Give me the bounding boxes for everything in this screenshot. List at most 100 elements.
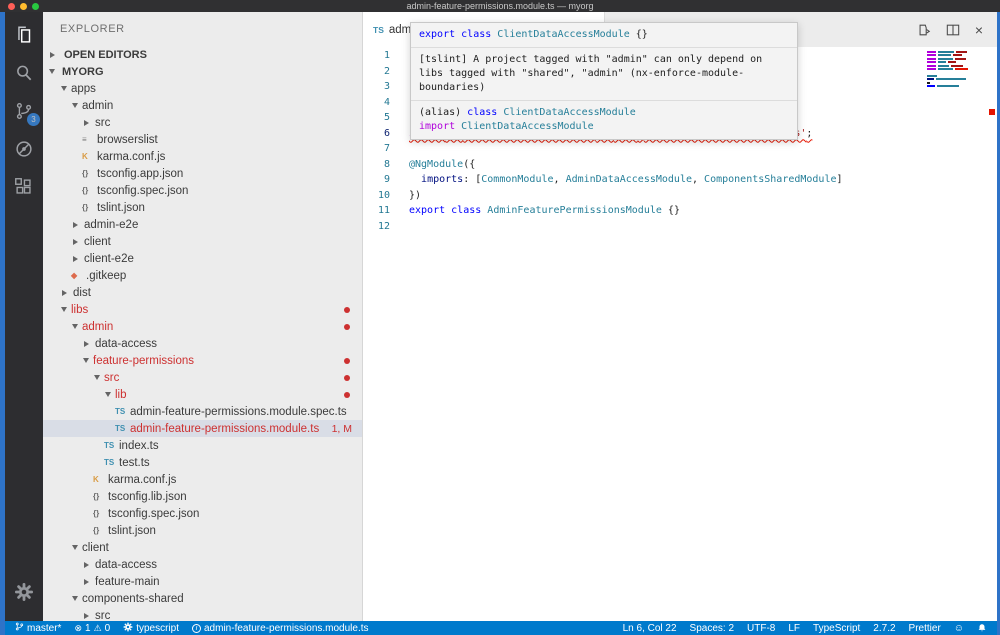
tree-item-data-access[interactable]: data-access xyxy=(43,556,362,573)
source-control-activity-button[interactable]: 3 xyxy=(5,92,43,130)
chevron-down-icon xyxy=(72,324,78,329)
settings-button[interactable] xyxy=(5,573,43,611)
tree-item-tslint.json[interactable]: {}tslint.json xyxy=(43,199,362,216)
minimap-row xyxy=(927,51,975,53)
encoding-status[interactable]: UTF-8 xyxy=(747,623,775,634)
tree-item-label: lib xyxy=(115,389,127,401)
tree-item-data-access[interactable]: data-access xyxy=(43,335,362,352)
minimap-row xyxy=(927,71,975,73)
code-line-12[interactable]: 12 xyxy=(363,219,997,235)
tree-item-tslint.json[interactable]: {}tslint.json xyxy=(43,522,362,539)
tree-item-admin[interactable]: admin xyxy=(43,318,362,335)
tree-item-karma.conf.js[interactable]: Kkarma.conf.js xyxy=(43,471,362,488)
eol-status[interactable]: LF xyxy=(788,623,800,634)
chevron-right-icon xyxy=(84,562,89,568)
code-line-8[interactable]: 8@NgModule({ xyxy=(363,157,997,173)
chevron-down-icon xyxy=(83,358,89,363)
code-line-text: }) xyxy=(409,188,421,204)
code-token: , xyxy=(554,174,566,185)
git-branch-indicator[interactable]: master* xyxy=(15,621,61,635)
line-number: 6 xyxy=(363,126,390,142)
tree-item-client-e2e[interactable]: client-e2e xyxy=(43,250,362,267)
tree-item-src[interactable]: src xyxy=(43,369,362,386)
notifications-bell-icon[interactable] xyxy=(977,623,987,633)
language-mode-status[interactable]: TypeScript xyxy=(813,623,860,634)
code-line-10[interactable]: 10}) xyxy=(363,188,997,204)
minimap[interactable] xyxy=(927,51,975,92)
zoom-window-button[interactable] xyxy=(32,3,39,10)
search-activity-button[interactable] xyxy=(5,54,43,92)
chevron-right-icon xyxy=(84,613,89,619)
tree-item-tsconfig.spec.json[interactable]: {}tsconfig.spec.json xyxy=(43,505,362,522)
code-token: {} xyxy=(662,205,680,216)
tree-item-admin[interactable]: admin xyxy=(43,97,362,114)
prettier-status[interactable]: Prettier xyxy=(909,623,941,634)
tree-item-browserslist[interactable]: ≡browserslist xyxy=(43,131,362,148)
activity-bar: 3 xyxy=(5,12,43,621)
indentation-status[interactable]: Spaces: 2 xyxy=(690,623,734,634)
code-line-7[interactable]: 7 xyxy=(363,141,997,157)
tree-item-karma.conf.js[interactable]: Kkarma.conf.js xyxy=(43,148,362,165)
tree-item-label: dist xyxy=(73,287,91,299)
feedback-smiley-icon[interactable]: ☺ xyxy=(954,623,964,634)
error-dot-badge xyxy=(344,375,350,381)
tree-item-label: karma.conf.js xyxy=(97,151,165,163)
tree-item-components-shared[interactable]: components-shared xyxy=(43,590,362,607)
minimap-row xyxy=(927,82,975,84)
tslint-status[interactable]: typescript xyxy=(123,622,179,635)
tree-item-admin-feature-permissions.module.ts[interactable]: TSadmin-feature-permissions.module.ts1, … xyxy=(43,420,362,437)
ts-file-icon: TS xyxy=(104,441,117,450)
tree-item-label: karma.conf.js xyxy=(108,474,176,486)
tree-item-client[interactable]: client xyxy=(43,539,362,556)
code-line-9[interactable]: 9 imports: [CommonModule, AdminDataAcces… xyxy=(363,172,997,188)
tree-item-dist[interactable]: dist xyxy=(43,284,362,301)
open-editors-section-header[interactable]: OPEN EDITORS xyxy=(43,46,362,63)
problems-indicator[interactable]: ⊗ 1 ⚠ 0 xyxy=(74,623,110,634)
cursor-position-status[interactable]: Ln 6, Col 22 xyxy=(623,623,677,634)
open-changes-button[interactable] xyxy=(917,23,931,37)
extensions-activity-button[interactable] xyxy=(5,168,43,206)
line-number: 10 xyxy=(363,188,390,204)
code-token xyxy=(409,174,421,185)
code-token: ClientDataAccessModule xyxy=(503,107,635,118)
line-number: 9 xyxy=(363,172,390,188)
explorer-activity-button[interactable] xyxy=(5,16,43,54)
tree-item-label: admin-feature-permissions.module.spec.ts xyxy=(130,406,347,418)
tree-item-lib[interactable]: lib xyxy=(43,386,362,403)
code-token: (alias) xyxy=(419,107,467,118)
code-token: ClientDataAccessModule xyxy=(461,121,593,132)
tree-item-label: src xyxy=(95,117,110,129)
tree-item-src[interactable]: src xyxy=(43,607,362,621)
ts-file-icon: TS xyxy=(104,458,117,467)
tree-item-label: src xyxy=(95,610,110,622)
close-editor-button[interactable]: × xyxy=(975,23,983,37)
tree-item-feature-main[interactable]: feature-main xyxy=(43,573,362,590)
minimap-row xyxy=(927,65,975,67)
tree-item-client[interactable]: client xyxy=(43,233,362,250)
tree-item-tsconfig.spec.json[interactable]: {}tsconfig.spec.json xyxy=(43,182,362,199)
tree-item-label: tslint.json xyxy=(108,525,156,537)
tree-item-libs[interactable]: libs xyxy=(43,301,362,318)
tree-item-apps[interactable]: apps xyxy=(43,80,362,97)
workspace-root-section-header[interactable]: MYORG xyxy=(43,63,362,80)
minimap-row xyxy=(927,54,975,56)
tree-item-src[interactable]: src xyxy=(43,114,362,131)
tree-item-tsconfig.app.json[interactable]: {}tsconfig.app.json xyxy=(43,165,362,182)
tree-item-label: libs xyxy=(71,304,88,316)
tree-item-feature-permissions[interactable]: feature-permissions xyxy=(43,352,362,369)
code-token: , xyxy=(692,174,704,185)
code-line-11[interactable]: 11export class AdminFeaturePermissionsMo… xyxy=(363,203,997,219)
tree-item-tsconfig.lib.json[interactable]: {}tsconfig.lib.json xyxy=(43,488,362,505)
tree-item-admin-feature-permissions.module.spec.ts[interactable]: TSadmin-feature-permissions.module.spec.… xyxy=(43,403,362,420)
debug-activity-button[interactable] xyxy=(5,130,43,168)
typescript-version-status[interactable]: 2.7.2 xyxy=(873,623,895,634)
tree-item-index.ts[interactable]: TSindex.ts xyxy=(43,437,362,454)
minimize-window-button[interactable] xyxy=(20,3,27,10)
tree-item-.gitkeep[interactable]: ◆.gitkeep xyxy=(43,267,362,284)
tree-item-test.ts[interactable]: TStest.ts xyxy=(43,454,362,471)
split-editor-button[interactable] xyxy=(946,23,960,37)
file-info-status[interactable]: i admin-feature-permissions.module.ts xyxy=(192,623,369,634)
tree-item-admin-e2e[interactable]: admin-e2e xyxy=(43,216,362,233)
close-window-button[interactable] xyxy=(8,3,15,10)
warning-icon: ⚠ xyxy=(94,624,102,633)
